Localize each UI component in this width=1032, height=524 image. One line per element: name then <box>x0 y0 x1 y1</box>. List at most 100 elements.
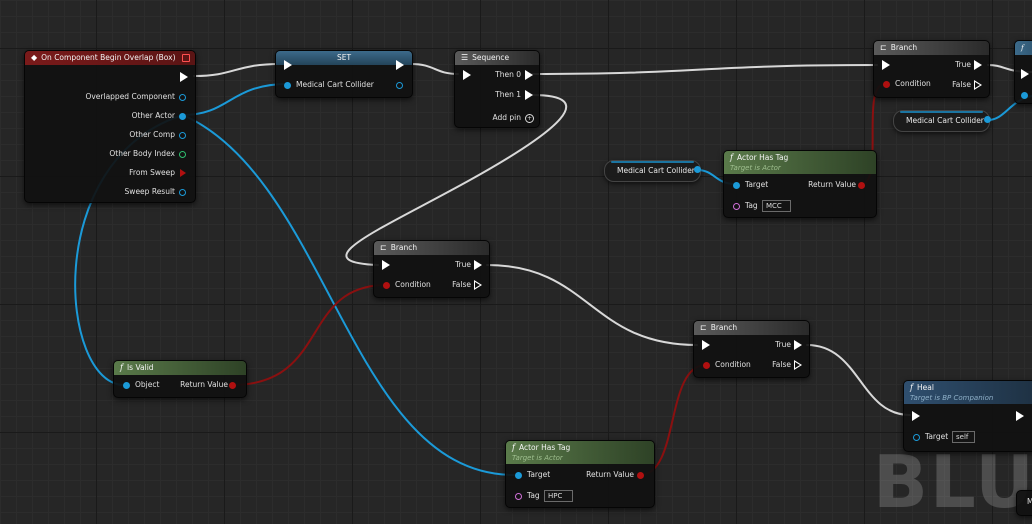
false-pin[interactable] <box>474 280 482 290</box>
function-f-icon: f <box>910 383 913 392</box>
medical-cart-collider-getter[interactable]: Medical Cart Collider <box>893 110 990 132</box>
node-subtitle: Target is Actor <box>512 454 563 462</box>
condition-pin[interactable] <box>383 282 390 289</box>
tag-pin[interactable] <box>733 203 740 210</box>
plus-circle-icon[interactable]: + <box>525 114 534 123</box>
node-title: Sequence <box>472 53 510 62</box>
node-title: Actor Has Tag <box>518 443 571 452</box>
pin-label-other-body-index: Other Body Index <box>109 149 175 158</box>
function-f-icon: f <box>730 153 733 162</box>
exec-output-pin[interactable] <box>180 72 188 82</box>
pin-label-return-value: Return Value <box>586 470 634 479</box>
exec-input-pin[interactable] <box>284 60 292 70</box>
condition-pin[interactable] <box>703 362 710 369</box>
pin-label-true: True <box>955 60 971 69</box>
other-comp-pin[interactable] <box>179 132 186 139</box>
false-pin[interactable] <box>794 360 802 370</box>
exec-wire <box>806 344 911 416</box>
exec-input-pin[interactable] <box>912 411 920 421</box>
medical-cart-collider-getter[interactable]: Medical Cart Collider <box>604 160 701 182</box>
pin-label-sweep-result: Sweep Result <box>124 187 175 196</box>
branch-node[interactable]: ⊏ Branch True Condition False <box>873 40 990 98</box>
branch-node[interactable]: ⊏ Branch True Condition False <box>373 240 490 298</box>
on-component-begin-overlap-node[interactable]: ◆ On Component Begin Overlap (Box) Overla… <box>24 50 196 203</box>
return-value-pin[interactable] <box>858 182 865 189</box>
exec-input-pin[interactable] <box>463 70 471 80</box>
exec-output-pin[interactable] <box>396 60 404 70</box>
sweep-result-pin[interactable] <box>179 189 186 196</box>
true-pin[interactable] <box>974 60 982 70</box>
sequence-node[interactable]: ☰ Sequence Then 0 Then 1 Add pin + <box>454 50 540 128</box>
pin-label-object: Object <box>135 380 160 389</box>
exec-wire <box>410 63 459 75</box>
function-f-icon: f <box>512 443 515 452</box>
getter-output-pin[interactable] <box>694 166 701 173</box>
target-value-input[interactable]: self <box>952 431 975 443</box>
medical-cart-collider-input-pin[interactable] <box>284 82 291 89</box>
exec-input-pin[interactable] <box>882 60 890 70</box>
pin-label-false: False <box>452 280 471 289</box>
blueprint-graph-canvas[interactable]: BLUE ◆On Component Begin Overlap (Box) <box>0 0 1032 524</box>
node-header: f <box>1015 41 1032 55</box>
exec-input-pin[interactable] <box>702 340 710 350</box>
pin-label-condition: Condition <box>715 360 751 369</box>
pin-label-then-0: Then 0 <box>495 70 521 79</box>
add-pin-label[interactable]: Add pin <box>492 113 521 123</box>
actor-has-tag-node[interactable]: f Actor Has Tag Target is Actor Target Re… <box>723 150 877 218</box>
true-pin[interactable] <box>794 340 802 350</box>
pin-label-return-value: Return Value <box>180 380 228 389</box>
tag-value-input[interactable]: MCC <box>762 200 791 212</box>
node-title: Branch <box>710 323 738 332</box>
branch-node[interactable]: ⊏ Branch True Condition False <box>693 320 810 378</box>
offscreen-node-bottom[interactable]: M <box>1016 490 1032 516</box>
target-pin[interactable] <box>733 182 740 189</box>
exec-output-pin[interactable] <box>1016 411 1024 421</box>
then-0-pin[interactable] <box>525 70 533 80</box>
other-actor-pin[interactable] <box>179 113 186 120</box>
true-pin[interactable] <box>474 260 482 270</box>
target-pin[interactable] <box>913 434 920 441</box>
exec-input-pin[interactable] <box>1021 69 1029 79</box>
pin-label-overlapped-component: Overlapped Component <box>85 92 175 101</box>
pin-label-true: True <box>455 260 471 269</box>
other-body-index-pin[interactable] <box>179 151 186 158</box>
node-title: Branch <box>890 43 918 52</box>
exec-wire <box>486 264 698 346</box>
branch-icon: ⊏ <box>880 43 887 52</box>
node-title: On Component Begin Overlap (Box) <box>41 53 176 62</box>
offscreen-function-node[interactable]: f <box>1014 40 1032 104</box>
pin-label-target: Target <box>527 470 551 479</box>
node-header: SET <box>276 51 412 65</box>
pin-label-return-value: Return Value <box>808 180 856 189</box>
event-diamond-icon: ◆ <box>31 53 38 62</box>
node-header: ⊏ Branch <box>874 41 989 55</box>
getter-output-pin[interactable] <box>984 116 991 123</box>
object-pin[interactable] <box>123 382 130 389</box>
pin-label-then-1: Then 1 <box>495 90 521 99</box>
target-pin[interactable] <box>515 472 522 479</box>
pin-label-target: Target <box>925 432 949 441</box>
exec-wire <box>193 63 281 77</box>
is-valid-node[interactable]: f Is Valid Object Return Value <box>113 360 247 398</box>
pin-label-tag: Tag <box>527 491 540 500</box>
getter-label: Medical Cart Collider <box>617 166 695 175</box>
heal-function-node[interactable]: f Heal Target is BP Companion Target self <box>903 380 1032 452</box>
node-title: Is Valid <box>126 363 154 372</box>
medical-cart-collider-output-pin[interactable] <box>396 82 403 89</box>
function-f-icon: f <box>1021 43 1024 52</box>
delegate-pin-icon[interactable] <box>182 54 190 62</box>
tag-value-input[interactable]: HPC <box>544 490 573 502</box>
from-sweep-pin[interactable] <box>180 169 186 177</box>
tag-pin[interactable] <box>515 493 522 500</box>
set-variable-node[interactable]: SET Medical Cart Collider <box>275 50 413 98</box>
then-1-pin[interactable] <box>525 90 533 100</box>
false-pin[interactable] <box>974 80 982 90</box>
target-input-pin[interactable] <box>1021 92 1028 99</box>
return-value-pin[interactable] <box>229 382 236 389</box>
actor-has-tag-node[interactable]: f Actor Has Tag Target is Actor Target Re… <box>505 440 655 508</box>
node-header: ⊏ Branch <box>374 241 489 255</box>
return-value-pin[interactable] <box>637 472 644 479</box>
condition-pin[interactable] <box>883 81 890 88</box>
exec-input-pin[interactable] <box>382 260 390 270</box>
overlapped-component-pin[interactable] <box>179 94 186 101</box>
